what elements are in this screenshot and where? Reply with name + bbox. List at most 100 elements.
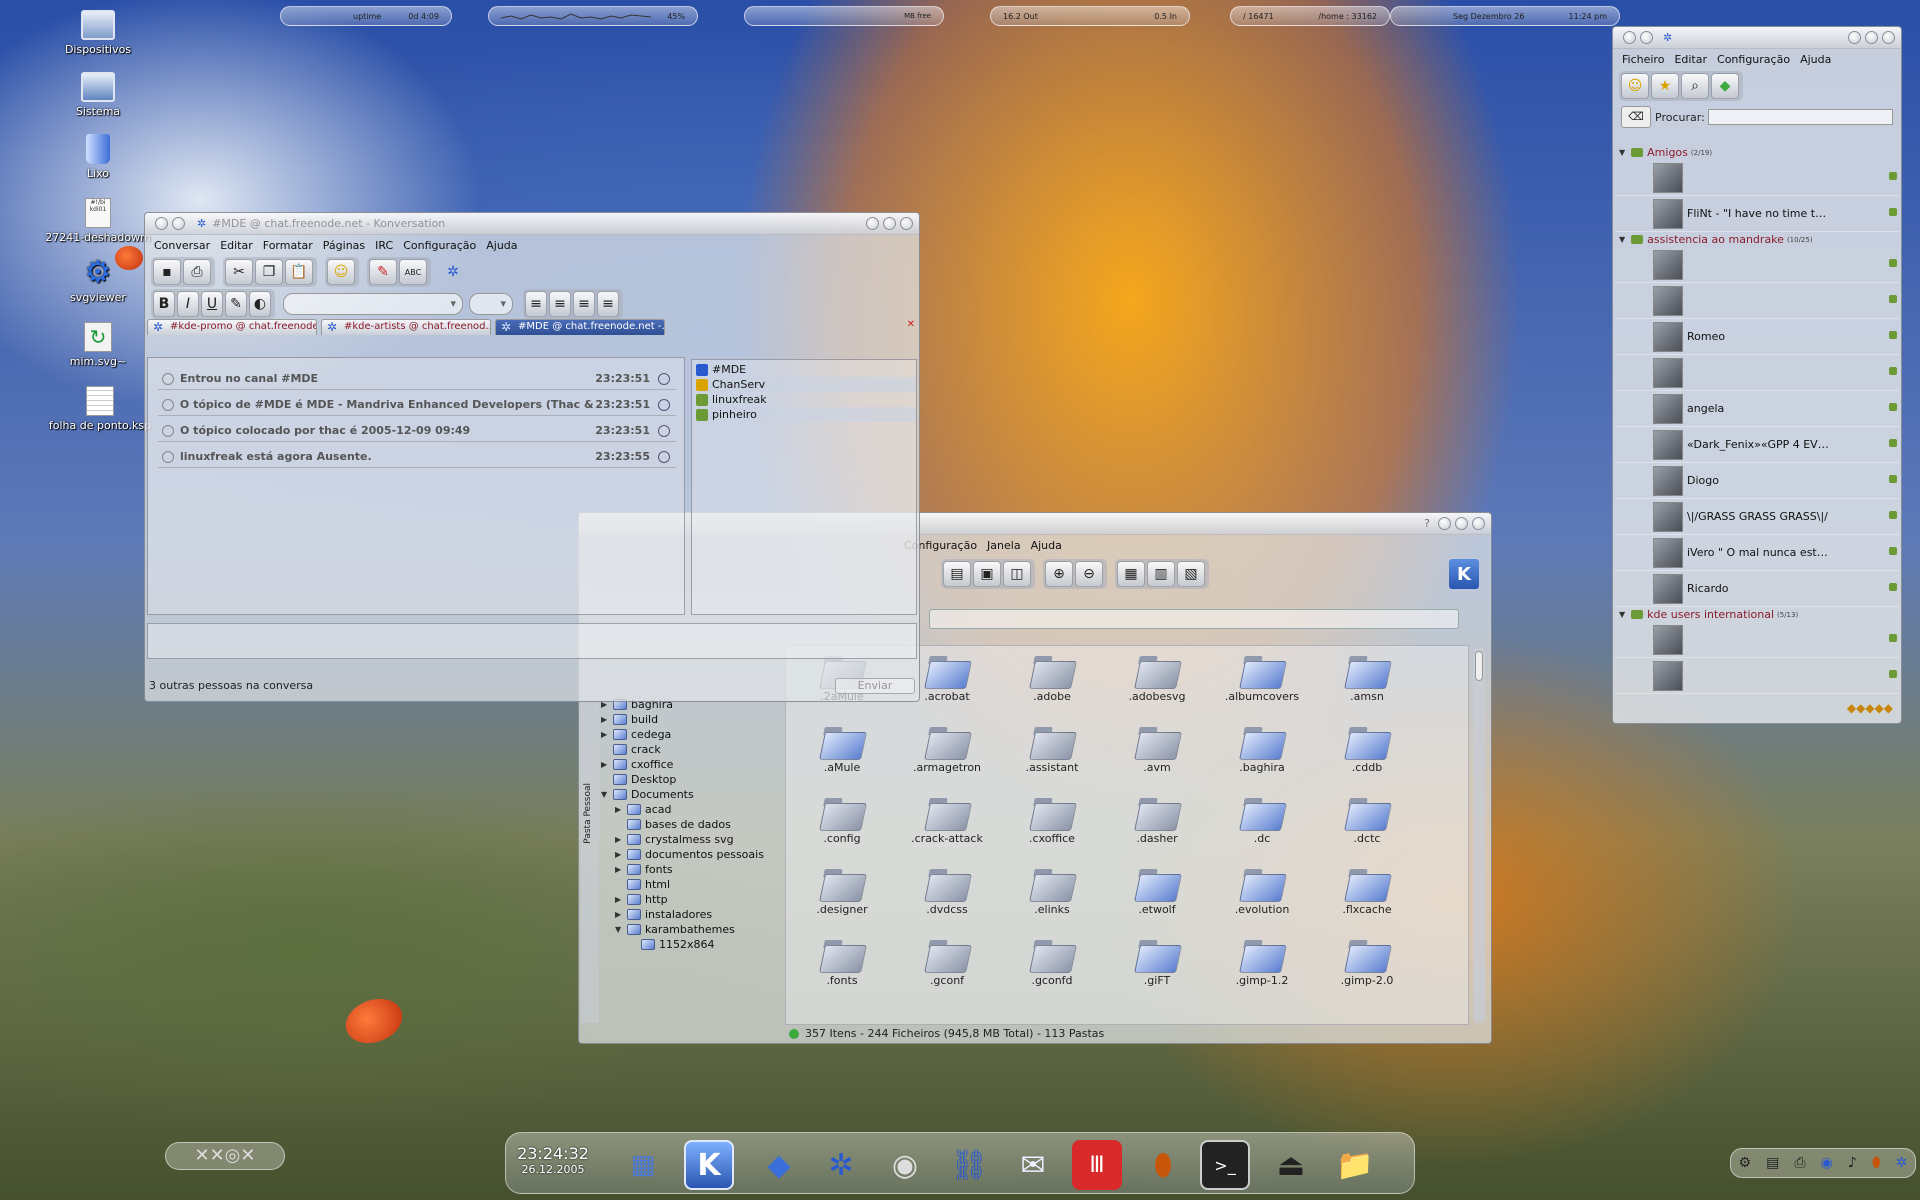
expand-arrow-icon[interactable]: ▶ bbox=[615, 865, 627, 874]
eject-icon[interactable]: ⏏ bbox=[1266, 1140, 1316, 1190]
contact-group[interactable]: ▼ kde users international (5/13) bbox=[1615, 607, 1899, 622]
maximize-button[interactable] bbox=[1865, 31, 1878, 44]
tab-mde[interactable]: #MDE @ chat.freenode.net -... bbox=[495, 319, 665, 335]
file-item[interactable]: .giFT bbox=[1111, 936, 1203, 987]
nick-item[interactable]: ChanServ bbox=[692, 377, 916, 392]
sidebar-tab-home[interactable]: Pasta Pessoal bbox=[583, 783, 593, 844]
location-bar[interactable] bbox=[929, 609, 1459, 629]
settings-tray-icon[interactable]: ⚙ bbox=[1739, 1155, 1752, 1171]
file-item[interactable]: .gimp-1.2 bbox=[1216, 936, 1308, 987]
align-left-icon[interactable]: ≡ bbox=[525, 291, 547, 317]
detail-view-icon[interactable]: ▥ bbox=[1147, 561, 1175, 587]
file-item[interactable]: .flxcache bbox=[1321, 865, 1413, 916]
new-window-icon[interactable]: ▣ bbox=[973, 561, 1001, 587]
italic-icon[interactable]: I bbox=[177, 291, 199, 317]
expand-arrow-icon[interactable]: ▶ bbox=[601, 730, 613, 739]
clear-search-icon[interactable]: ⌫ bbox=[1621, 106, 1651, 128]
contact-item[interactable]: «Dark_Fenix»«GPP 4 EVER»"Two He... bbox=[1615, 427, 1899, 463]
minimize-button[interactable] bbox=[1848, 31, 1861, 44]
add-contact-icon[interactable]: ☺ bbox=[1621, 73, 1649, 99]
file-item[interactable]: .adobe bbox=[1006, 652, 1098, 703]
align-justify-icon[interactable]: ≡ bbox=[597, 291, 619, 317]
folder-tree-item[interactable]: ▶ acad bbox=[601, 802, 783, 817]
contact-item[interactable]: Diogo bbox=[1615, 463, 1899, 499]
irc-window[interactable]: ✲ #MDE @ chat.freenode.net - Konversatio… bbox=[144, 212, 920, 702]
menu-ajuda[interactable]: Ajuda bbox=[1031, 539, 1062, 552]
desktop-icon-devices[interactable]: Dispositivos bbox=[48, 10, 148, 56]
message-input[interactable] bbox=[147, 623, 917, 659]
network-connections-icon[interactable]: ⛓ bbox=[944, 1140, 994, 1190]
contact-item[interactable] bbox=[1615, 622, 1899, 658]
menu-paginas[interactable]: Páginas bbox=[323, 239, 365, 252]
nick-item[interactable]: linuxfreak bbox=[692, 392, 916, 407]
menu-conversar[interactable]: Conversar bbox=[154, 239, 210, 252]
file-item[interactable]: .adobesvg bbox=[1111, 652, 1203, 703]
maximize-button[interactable] bbox=[883, 217, 896, 230]
sticky-button[interactable] bbox=[172, 217, 185, 230]
connect-icon[interactable]: ✲ bbox=[439, 259, 467, 285]
smiley-icon[interactable]: ☺ bbox=[327, 259, 355, 285]
irc-titlebar[interactable]: ✲ #MDE @ chat.freenode.net - Konversatio… bbox=[145, 213, 919, 235]
paste-icon[interactable]: 📋 bbox=[285, 259, 313, 285]
network-icon[interactable]: ✲ bbox=[816, 1140, 866, 1190]
expand-arrow-icon[interactable]: ▶ bbox=[615, 910, 627, 919]
menu-configuracao[interactable]: Configuração bbox=[1717, 53, 1790, 66]
file-item[interactable]: .evolution bbox=[1216, 865, 1308, 916]
desktop-icon-system[interactable]: Sistema bbox=[48, 72, 148, 118]
folder-tree-item[interactable]: bases de dados bbox=[601, 817, 783, 832]
menu-editar[interactable]: Editar bbox=[220, 239, 253, 252]
file-item[interactable]: .gconfd bbox=[1006, 936, 1098, 987]
tab-kde-promo[interactable]: #kde-promo @ chat.freenode... bbox=[147, 319, 317, 335]
collapse-arrow-icon[interactable]: ▼ bbox=[1619, 148, 1625, 157]
image-preview-icon[interactable]: ▧ bbox=[1177, 561, 1205, 587]
collapse-arrow-icon[interactable]: ▼ bbox=[1619, 235, 1625, 244]
file-manager-icon[interactable]: 📁 bbox=[1330, 1140, 1380, 1190]
file-item[interactable]: .gconf bbox=[901, 936, 993, 987]
size-select[interactable]: ▾ bbox=[469, 293, 513, 315]
file-item[interactable]: .amsn bbox=[1321, 652, 1413, 703]
desktop-icon-svgfile[interactable]: ↻ mim.svg~ bbox=[48, 322, 148, 368]
file-item[interactable]: .baghira bbox=[1216, 723, 1308, 774]
zoom-in-icon[interactable]: ⊕ bbox=[1045, 561, 1073, 587]
file-item[interactable]: .cddb bbox=[1321, 723, 1413, 774]
media-player-icon[interactable]: ⬮ bbox=[1138, 1140, 1188, 1190]
contact-item[interactable] bbox=[1615, 247, 1899, 283]
menu-ajuda[interactable]: Ajuda bbox=[486, 239, 517, 252]
folder-tree-item[interactable]: crack bbox=[601, 742, 783, 757]
close-button[interactable] bbox=[1882, 31, 1895, 44]
icon-view-icon[interactable]: ▦ bbox=[1117, 561, 1145, 587]
expand-arrow-icon[interactable]: ▼ bbox=[615, 925, 627, 934]
contact-group[interactable]: ▼ Amigos (2/19) bbox=[1615, 145, 1899, 160]
collapse-arrow-icon[interactable]: ▼ bbox=[1619, 610, 1625, 619]
zoom-out-icon[interactable]: ⊖ bbox=[1075, 561, 1103, 587]
folder-tree-item[interactable]: html bbox=[601, 877, 783, 892]
highlight-icon[interactable]: ◐ bbox=[249, 291, 271, 317]
spellcheck-icon[interactable]: ABC bbox=[399, 259, 427, 285]
tab-kde-artists[interactable]: #kde-artists @ chat.freenod... bbox=[321, 319, 491, 335]
file-item[interactable]: .config bbox=[796, 794, 888, 845]
star-icon[interactable]: ★ bbox=[1651, 73, 1679, 99]
file-item[interactable]: .dasher bbox=[1111, 794, 1203, 845]
office-icon[interactable]: Ⅲ bbox=[1072, 1140, 1122, 1190]
file-item[interactable]: .dvdcss bbox=[901, 865, 993, 916]
contact-item[interactable] bbox=[1615, 160, 1899, 196]
edit-pen-icon[interactable]: ✎ bbox=[369, 259, 397, 285]
split-view-icon[interactable]: ◫ bbox=[1003, 561, 1031, 587]
file-item[interactable]: .designer bbox=[796, 865, 888, 916]
expand-arrow-icon[interactable]: ▼ bbox=[601, 790, 613, 799]
file-item[interactable]: .aMule bbox=[796, 723, 888, 774]
folder-tree-item[interactable]: 1152x864 bbox=[601, 937, 783, 952]
underline-icon[interactable]: U bbox=[201, 291, 223, 317]
menu-ficheiro[interactable]: Ficheiro bbox=[1622, 53, 1664, 66]
close-button[interactable] bbox=[1472, 517, 1485, 530]
file-item[interactable]: .dctc bbox=[1321, 794, 1413, 845]
folder-tree-item[interactable]: ▶ http bbox=[601, 892, 783, 907]
file-item[interactable]: .cxoffice bbox=[1006, 794, 1098, 845]
maximize-button[interactable] bbox=[1455, 517, 1468, 530]
cube-icon[interactable]: ◆ bbox=[754, 1140, 804, 1190]
text-color-icon[interactable]: ✎ bbox=[225, 291, 247, 317]
align-right-icon[interactable]: ≡ bbox=[573, 291, 595, 317]
expand-arrow-icon[interactable]: ▶ bbox=[601, 760, 613, 769]
expand-arrow-icon[interactable]: ▶ bbox=[615, 805, 627, 814]
desktop-icon-trash[interactable]: Lixo bbox=[48, 134, 148, 180]
